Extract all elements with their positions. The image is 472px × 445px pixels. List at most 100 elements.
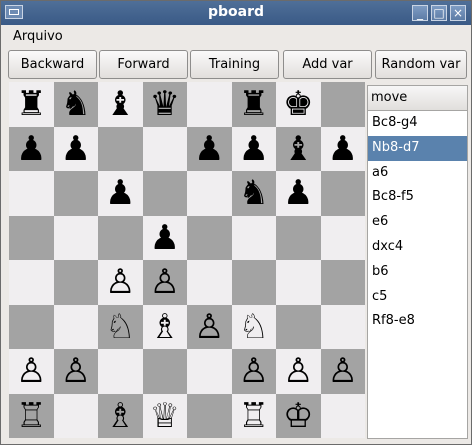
board-square[interactable] bbox=[231, 260, 276, 305]
menu-arquivo[interactable]: Arquivo bbox=[13, 29, 63, 44]
board-square[interactable]: ♟ bbox=[9, 126, 54, 171]
white-knight-icon[interactable]: ♘ bbox=[239, 310, 269, 344]
move-list-item[interactable]: a6 bbox=[368, 161, 467, 186]
black-bishop-icon[interactable]: ♝ bbox=[283, 132, 313, 166]
board-square[interactable] bbox=[231, 215, 276, 260]
board-square[interactable]: ♖ bbox=[9, 393, 54, 438]
add-var-button[interactable]: Add var bbox=[283, 50, 372, 79]
black-knight-icon[interactable]: ♞ bbox=[61, 87, 91, 121]
board-square[interactable] bbox=[53, 171, 98, 216]
board-square[interactable] bbox=[320, 393, 365, 438]
board-square[interactable]: ♜ bbox=[9, 82, 54, 127]
board-square[interactable]: ♘ bbox=[98, 304, 143, 349]
white-pawn-icon[interactable]: ♙ bbox=[16, 354, 46, 388]
board-square[interactable]: ♟ bbox=[187, 126, 232, 171]
board-square[interactable] bbox=[9, 171, 54, 216]
board-square[interactable]: ♝ bbox=[98, 82, 143, 127]
black-pawn-icon[interactable]: ♟ bbox=[61, 132, 91, 166]
board-square[interactable]: ♗ bbox=[142, 304, 187, 349]
white-pawn-icon[interactable]: ♙ bbox=[61, 354, 91, 388]
board-square[interactable] bbox=[53, 260, 98, 305]
board-square[interactable] bbox=[276, 260, 321, 305]
black-pawn-icon[interactable]: ♟ bbox=[283, 176, 313, 210]
white-pawn-icon[interactable]: ♙ bbox=[105, 265, 135, 299]
board-square[interactable]: ♙ bbox=[187, 304, 232, 349]
move-list-item[interactable]: Nb8-d7 bbox=[368, 135, 467, 161]
black-rook-icon[interactable]: ♜ bbox=[239, 87, 269, 121]
black-pawn-icon[interactable]: ♟ bbox=[194, 132, 224, 166]
board-square[interactable] bbox=[53, 215, 98, 260]
board-square[interactable]: ♖ bbox=[231, 393, 276, 438]
board-square[interactable] bbox=[98, 215, 143, 260]
training-button[interactable]: Training bbox=[190, 50, 279, 79]
board-square[interactable] bbox=[320, 171, 365, 216]
board-square[interactable]: ♗ bbox=[98, 393, 143, 438]
move-list[interactable]: move Bc8-g4 Nb8-d7 a6 Bc8-f5 e6 dxc4 b6 c5 Rf8-e… bbox=[367, 85, 468, 439]
board-square[interactable]: ♟ bbox=[276, 171, 321, 216]
black-pawn-icon[interactable]: ♟ bbox=[150, 221, 180, 255]
board-square[interactable] bbox=[9, 260, 54, 305]
random-var-button[interactable]: Random var bbox=[375, 50, 467, 79]
board-square[interactable]: ♔ bbox=[276, 393, 321, 438]
black-pawn-icon[interactable]: ♟ bbox=[105, 176, 135, 210]
move-list-item[interactable]: Rf8-e8 bbox=[368, 309, 467, 334]
board-square[interactable] bbox=[142, 126, 187, 171]
board-square[interactable]: ♙ bbox=[320, 349, 365, 394]
board-square[interactable] bbox=[53, 304, 98, 349]
board-square[interactable] bbox=[53, 393, 98, 438]
minimize-button[interactable]: _ bbox=[412, 5, 428, 21]
black-pawn-icon[interactable]: ♟ bbox=[239, 132, 269, 166]
move-list-item[interactable]: c5 bbox=[368, 285, 467, 310]
board-square[interactable] bbox=[187, 349, 232, 394]
board-square[interactable] bbox=[320, 215, 365, 260]
board-square[interactable]: ♞ bbox=[53, 82, 98, 127]
board-square[interactable] bbox=[98, 126, 143, 171]
black-knight-icon[interactable]: ♞ bbox=[239, 176, 269, 210]
board-square[interactable] bbox=[187, 215, 232, 260]
close-button[interactable]: × bbox=[450, 5, 466, 21]
move-list-item[interactable]: Bc8-f5 bbox=[368, 185, 467, 210]
move-list-item[interactable]: b6 bbox=[368, 260, 467, 285]
board-square[interactable] bbox=[187, 260, 232, 305]
white-knight-icon[interactable]: ♘ bbox=[105, 310, 135, 344]
board-square[interactable] bbox=[9, 215, 54, 260]
white-pawn-icon[interactable]: ♙ bbox=[239, 354, 269, 388]
black-king-icon[interactable]: ♚ bbox=[283, 87, 313, 121]
move-list-item[interactable]: Bc8-g4 bbox=[368, 111, 467, 136]
board-square[interactable]: ♙ bbox=[231, 349, 276, 394]
board-square[interactable]: ♙ bbox=[53, 349, 98, 394]
move-list-item[interactable]: e6 bbox=[368, 210, 467, 235]
board-square[interactable] bbox=[320, 82, 365, 127]
board-square[interactable]: ♟ bbox=[98, 171, 143, 216]
white-pawn-icon[interactable]: ♙ bbox=[194, 310, 224, 344]
board-square[interactable] bbox=[276, 304, 321, 349]
white-bishop-icon[interactable]: ♗ bbox=[150, 310, 180, 344]
board-square[interactable]: ♙ bbox=[276, 349, 321, 394]
board-square[interactable] bbox=[276, 215, 321, 260]
board-square[interactable]: ♕ bbox=[142, 393, 187, 438]
board-square[interactable] bbox=[187, 82, 232, 127]
board-square[interactable] bbox=[142, 171, 187, 216]
move-list-header[interactable]: move bbox=[368, 86, 467, 111]
white-queen-icon[interactable]: ♕ bbox=[150, 399, 180, 433]
board-square[interactable]: ♟ bbox=[142, 215, 187, 260]
board-square[interactable] bbox=[142, 349, 187, 394]
black-pawn-icon[interactable]: ♟ bbox=[328, 132, 358, 166]
black-rook-icon[interactable]: ♜ bbox=[16, 87, 46, 121]
board-square[interactable]: ♟ bbox=[53, 126, 98, 171]
board-square[interactable]: ♟ bbox=[231, 126, 276, 171]
board-square[interactable]: ♟ bbox=[320, 126, 365, 171]
board-square[interactable]: ♙ bbox=[98, 260, 143, 305]
chess-board[interactable]: ♜ ♞ ♝ ♛ ♜ ♚ ♟ ♟ ♟ ♟ ♝ ♟ ♟ ♞ ♟ ♟ ♙ ♙ ♘ ♗ ♙ ♘ ♙ ♙ ♙ ♙ ♙ ♖ ♗ ♕ ♖ ♔ bbox=[9, 82, 365, 438]
board-square[interactable] bbox=[98, 349, 143, 394]
black-queen-icon[interactable]: ♛ bbox=[150, 87, 180, 121]
board-square[interactable] bbox=[320, 304, 365, 349]
board-square[interactable]: ♝ bbox=[276, 126, 321, 171]
maximize-button[interactable]: □ bbox=[431, 5, 447, 21]
board-square[interactable]: ♚ bbox=[276, 82, 321, 127]
backward-button[interactable]: Backward bbox=[8, 50, 97, 79]
white-king-icon[interactable]: ♔ bbox=[283, 399, 313, 433]
black-bishop-icon[interactable]: ♝ bbox=[105, 87, 135, 121]
white-bishop-icon[interactable]: ♗ bbox=[105, 399, 135, 433]
board-square[interactable]: ♞ bbox=[231, 171, 276, 216]
